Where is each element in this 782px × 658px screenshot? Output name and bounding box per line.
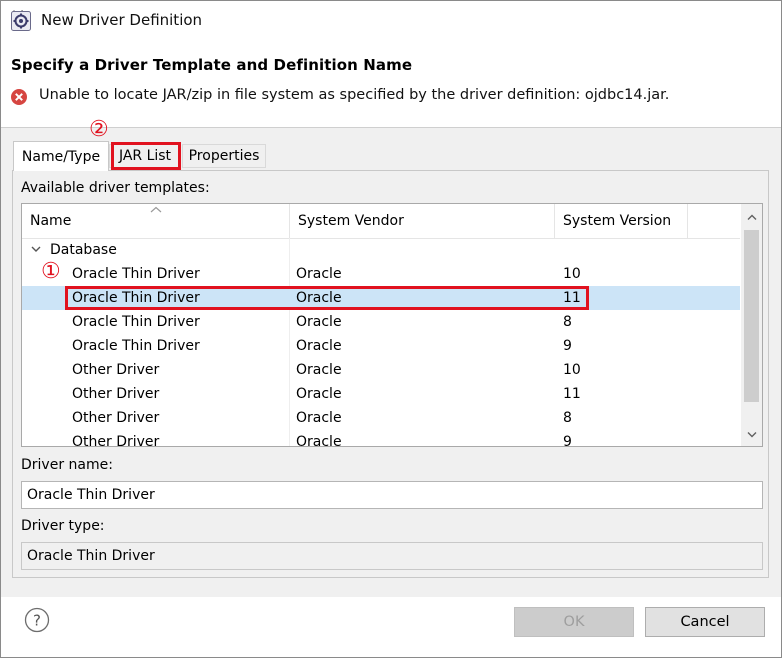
row-version: 9 <box>563 338 572 354</box>
row-version: 10 <box>563 362 581 378</box>
scroll-down-button[interactable] <box>741 424 762 444</box>
column-header-label: System Vendor <box>298 213 404 229</box>
tab-jar-list[interactable]: JAR List <box>109 144 181 168</box>
table-row[interactable]: Other Driver Oracle 9 <box>22 430 740 447</box>
table-row[interactable]: Other Driver Oracle 10 <box>22 358 740 382</box>
table-row[interactable]: Oracle Thin Driver Oracle 8 <box>22 310 740 334</box>
table-row-selected[interactable]: Oracle Thin Driver Oracle 11 <box>22 286 740 310</box>
sort-up-icon <box>150 206 162 213</box>
row-vendor: Oracle <box>296 266 342 282</box>
table-row[interactable]: Other Driver Oracle 11 <box>22 382 740 406</box>
help-glyph: ? <box>33 612 41 630</box>
row-version: 10 <box>563 266 581 282</box>
annotation-marker-2: ② <box>89 117 109 142</box>
help-icon[interactable]: ? <box>24 607 50 633</box>
column-header-label: Name <box>30 213 72 229</box>
table-header: Name System Vendor System Version <box>22 204 740 239</box>
annotation-marker-1: ① <box>41 259 61 284</box>
row-name: Other Driver <box>72 410 160 426</box>
row-version: 11 <box>563 386 581 402</box>
row-vendor: Oracle <box>296 290 342 306</box>
driver-type-label: Driver type: <box>21 518 105 534</box>
row-name: Other Driver <box>72 386 160 402</box>
row-vendor: Oracle <box>296 386 342 402</box>
tab-properties[interactable]: Properties <box>182 144 266 168</box>
driver-templates-table[interactable]: Name System Vendor System Version Databa… <box>21 203 763 447</box>
row-name: Oracle Thin Driver <box>72 266 200 282</box>
row-vendor: Oracle <box>296 362 342 378</box>
row-vendor: Oracle <box>296 314 342 330</box>
row-vendor: Oracle <box>296 410 342 426</box>
scrollbar-thumb[interactable] <box>744 230 759 402</box>
row-vendor: Oracle <box>296 434 342 447</box>
column-header-vendor[interactable]: System Vendor <box>290 204 555 238</box>
row-version: 11 <box>563 290 581 306</box>
tab-name-type[interactable]: Name/Type <box>13 141 109 171</box>
templates-label: Available driver templates: <box>21 180 210 196</box>
chevron-down-icon[interactable] <box>31 245 41 253</box>
driver-name-label: Driver name: <box>21 457 113 473</box>
chevron-down-icon <box>747 431 756 437</box>
row-name: Oracle Thin Driver <box>72 290 200 306</box>
app-icon <box>11 11 31 31</box>
row-name: Oracle Thin Driver <box>72 338 200 354</box>
row-name: Other Driver <box>72 362 160 378</box>
chevron-up-icon <box>747 214 756 220</box>
row-version: 8 <box>563 314 572 330</box>
row-version: 8 <box>563 410 572 426</box>
dialog-window: New Driver Definition ✕ Specify a Driver… <box>0 0 782 658</box>
scroll-up-button[interactable] <box>741 207 762 227</box>
ok-button[interactable]: OK <box>514 607 634 637</box>
error-icon <box>11 89 27 105</box>
page-title: Specify a Driver Template and Definition… <box>11 56 413 74</box>
column-header-name[interactable]: Name <box>22 204 290 238</box>
table-row[interactable]: Oracle Thin Driver Oracle 9 <box>22 334 740 358</box>
row-name: Oracle Thin Driver <box>72 314 200 330</box>
driver-type-field: Oracle Thin Driver <box>21 542 763 570</box>
cancel-button[interactable]: Cancel <box>645 607 765 637</box>
table-row[interactable]: Other Driver Oracle 8 <box>22 406 740 430</box>
table-row[interactable]: Oracle Thin Driver Oracle 10 <box>22 262 740 286</box>
error-message: Unable to locate JAR/zip in file system … <box>39 87 670 103</box>
window-title: New Driver Definition <box>41 11 203 29</box>
vertical-scrollbar[interactable] <box>741 204 762 446</box>
row-version: 9 <box>563 434 572 447</box>
column-header-label: System Version <box>563 213 672 229</box>
column-header-version[interactable]: System Version <box>555 204 688 238</box>
row-vendor: Oracle <box>296 338 342 354</box>
title-bar[interactable]: New Driver Definition ✕ <box>1 1 781 41</box>
row-name: Other Driver <box>72 434 160 447</box>
tree-group-database[interactable]: Database <box>22 238 740 262</box>
driver-name-input[interactable] <box>21 481 763 509</box>
